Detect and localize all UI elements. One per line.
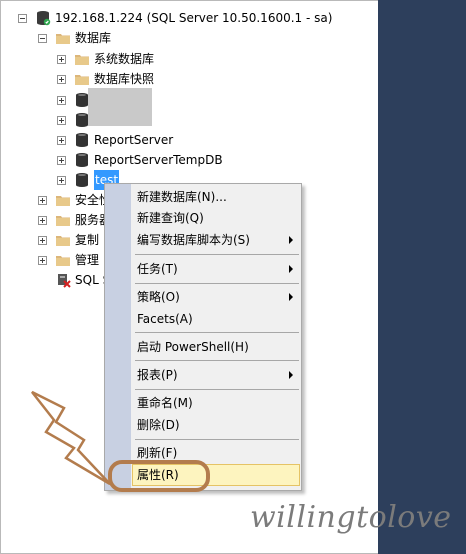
tree-node-sql-agent[interactable]: SQL S	[55, 270, 110, 290]
submenu-arrow-icon	[289, 236, 293, 244]
reportserver-label: ReportServer	[94, 133, 174, 147]
database-icon	[76, 173, 88, 187]
expand-toggle-icon[interactable]	[57, 175, 66, 185]
menu-item-facets[interactable]: Facets(A)	[137, 309, 193, 329]
reportservertempdb-label: ReportServerTempDB	[94, 153, 223, 167]
tree-node-database-snapshots[interactable]: 数据库快照	[57, 69, 154, 89]
tree-node-management[interactable]: 管理	[38, 250, 99, 270]
expand-toggle-icon[interactable]	[57, 135, 66, 145]
submenu-arrow-icon	[289, 371, 293, 379]
tree-node-security[interactable]: 安全性	[38, 190, 111, 210]
menu-separator	[135, 360, 299, 361]
folder-icon	[56, 216, 70, 226]
menu-item-new-database[interactable]: 新建数据库(N)...	[137, 187, 227, 207]
folder-icon	[56, 256, 70, 266]
menu-separator	[135, 283, 299, 284]
expand-toggle-icon[interactable]	[57, 95, 66, 105]
lightning-arrow-icon	[31, 390, 111, 486]
database-icon	[76, 133, 88, 147]
database-icon	[76, 153, 88, 167]
menu-item-rename[interactable]: 重命名(M)	[137, 393, 193, 413]
management-label: 管理	[75, 253, 100, 267]
tree-node-system-databases[interactable]: 系统数据库	[57, 49, 154, 69]
folder-icon	[75, 75, 89, 85]
menu-item-policies[interactable]: 策略(O)	[137, 287, 180, 307]
server-label: 192.168.1.224 (SQL Server 10.50.1600.1 -…	[55, 11, 333, 25]
menu-item-tasks[interactable]: 任务(T)	[137, 259, 178, 279]
menu-separator	[135, 254, 299, 255]
expand-toggle-icon[interactable]	[38, 235, 47, 245]
tree-node-reportserver[interactable]: ReportServer	[57, 130, 173, 150]
replication-label: 复制	[75, 233, 100, 247]
expand-toggle-icon[interactable]	[57, 155, 66, 165]
folder-icon	[56, 236, 70, 246]
collapse-toggle-icon[interactable]	[38, 33, 47, 43]
tree-node-reportservertempdb[interactable]: ReportServerTempDB	[57, 150, 223, 170]
folder-icon	[56, 34, 70, 44]
menu-separator	[135, 439, 299, 440]
tree-node-server[interactable]: 192.168.1.224 (SQL Server 10.50.1600.1 -…	[18, 8, 332, 28]
right-panel	[378, 0, 466, 554]
annotation-circle	[108, 460, 210, 492]
tree-node-replication[interactable]: 复制	[38, 230, 99, 250]
submenu-arrow-icon	[289, 265, 293, 273]
databases-label: 数据库	[75, 31, 112, 45]
menu-item-new-query[interactable]: 新建查询(Q)	[137, 208, 204, 228]
redacted-area	[88, 88, 152, 126]
server-database-icon	[37, 11, 51, 26]
context-menu: 新建数据库(N)... 新建查询(Q) 编写数据库脚本为(S) 任务(T) 策略…	[104, 183, 302, 491]
submenu-arrow-icon	[289, 293, 293, 301]
system-databases-label: 系统数据库	[94, 52, 155, 66]
watermark-text: willingtolove	[250, 500, 452, 535]
expand-toggle-icon[interactable]	[57, 115, 66, 125]
sql-agent-icon	[58, 274, 71, 288]
menu-separator	[135, 332, 299, 333]
menu-item-script-database-as[interactable]: 编写数据库脚本为(S)	[137, 230, 250, 250]
database-snapshots-label: 数据库快照	[94, 72, 155, 86]
tree-node-databases[interactable]: 数据库	[38, 28, 111, 48]
menu-separator	[135, 389, 299, 390]
expand-toggle-icon[interactable]	[57, 74, 66, 84]
folder-icon	[56, 196, 70, 206]
menu-item-delete[interactable]: 删除(D)	[137, 415, 180, 435]
expand-toggle-icon[interactable]	[38, 195, 47, 205]
tree-node-server-objects[interactable]: 服务器	[38, 210, 111, 230]
menu-item-start-powershell[interactable]: 启动 PowerShell(H)	[137, 337, 249, 357]
expand-toggle-icon[interactable]	[38, 215, 47, 225]
folder-icon	[75, 55, 89, 65]
expand-toggle-icon[interactable]	[38, 255, 47, 265]
collapse-toggle-icon[interactable]	[18, 13, 27, 23]
expand-toggle-icon[interactable]	[57, 54, 66, 64]
menu-item-reports[interactable]: 报表(P)	[137, 365, 178, 385]
